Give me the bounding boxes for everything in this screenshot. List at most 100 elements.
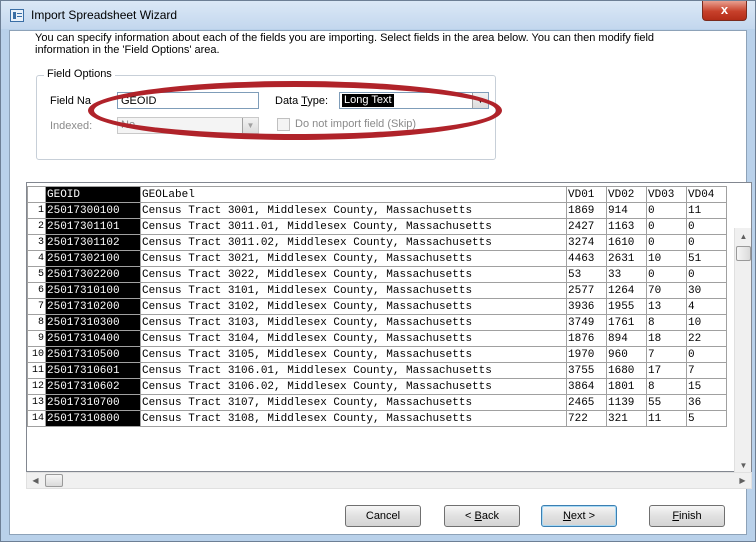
table-row[interactable]: 7 25017310200 Census Tract 3102, Middlesex… xyxy=(27,298,727,315)
field-name-label: Field Na xyxy=(50,95,91,107)
table-cell: Census Tract 3105, Middlesex County, Mas… xyxy=(140,346,567,363)
table-cell: 0 xyxy=(686,346,727,363)
geoid-cell: 25017302100 xyxy=(45,250,141,267)
row-number: 12 xyxy=(27,378,46,395)
table-cell: 3274 xyxy=(566,234,607,251)
vertical-scrollbar[interactable]: ▲ ▼ xyxy=(734,228,751,474)
table-cell: 33 xyxy=(606,266,647,283)
table-row[interactable]: 10 25017310500 Census Tract 3105, Middlese… xyxy=(27,346,727,363)
table-row[interactable]: 1 25017300100 Census Tract 3001, Middlesex… xyxy=(27,202,727,219)
table-cell: 1955 xyxy=(606,298,647,315)
vertical-scroll-thumb[interactable] xyxy=(736,246,751,261)
table-cell: 36 xyxy=(686,394,727,411)
data-preview-grid[interactable]: GEOID GEOLabel VD01 VD02 VD03 VD04 1 250173001… xyxy=(26,182,752,472)
table-cell: Census Tract 3103, Middlesex County, Mas… xyxy=(140,314,567,331)
horizontal-scroll-thumb[interactable] xyxy=(45,474,63,487)
table-cell: 51 xyxy=(686,250,727,267)
table-row[interactable]: 4 25017302100 Census Tract 3021, Middlesex… xyxy=(27,250,727,267)
table-cell: Census Tract 3011.02, Middlesex County, … xyxy=(140,234,567,251)
table-cell: 11 xyxy=(646,410,687,427)
table-cell: 0 xyxy=(646,218,687,235)
table-cell: 321 xyxy=(606,410,647,427)
window-title: Import Spreadsheet Wizard xyxy=(31,8,178,22)
table-cell: 1139 xyxy=(606,394,647,411)
row-number: 11 xyxy=(27,362,46,379)
table-cell: 0 xyxy=(686,218,727,235)
finish-button[interactable]: Finish xyxy=(649,505,725,527)
scroll-left-icon[interactable]: ◀ xyxy=(27,473,44,488)
table-cell: 1970 xyxy=(566,346,607,363)
table-cell: 1876 xyxy=(566,330,607,347)
table-row[interactable]: 13 25017310700 Census Tract 3107, Middlese… xyxy=(27,394,727,411)
horizontal-scrollbar[interactable]: ◀ ▶ xyxy=(26,472,752,489)
table-cell: 11 xyxy=(686,202,727,219)
table-cell: 1869 xyxy=(566,202,607,219)
row-number: 1 xyxy=(27,202,46,219)
table-cell: 1801 xyxy=(606,378,647,395)
table-row[interactable]: 12 25017310602 Census Tract 3106.02, Middl… xyxy=(27,378,727,395)
table-row[interactable]: 6 25017310100 Census Tract 3101, Middlesex… xyxy=(27,282,727,299)
geoid-cell: 25017310300 xyxy=(45,314,141,331)
column-header[interactable]: VD01 xyxy=(566,186,607,203)
geoid-cell: 25017310400 xyxy=(45,330,141,347)
geoid-cell: 25017310200 xyxy=(45,298,141,315)
row-number: 6 xyxy=(27,282,46,299)
table-cell: Census Tract 3107, Middlesex County, Mas… xyxy=(140,394,567,411)
table-cell: 2465 xyxy=(566,394,607,411)
table-cell: 17 xyxy=(646,362,687,379)
row-number: 14 xyxy=(27,410,46,427)
table-cell: 53 xyxy=(566,266,607,283)
table-row[interactable]: 3 25017301102 Census Tract 3011.02, Middle… xyxy=(27,234,727,251)
geoid-cell: 25017310700 xyxy=(45,394,141,411)
table-cell: 8 xyxy=(646,378,687,395)
table-cell: 70 xyxy=(646,282,687,299)
row-number: 7 xyxy=(27,298,46,315)
table-cell: 5 xyxy=(686,410,727,427)
column-header[interactable]: GEOID xyxy=(45,186,141,203)
row-number: 8 xyxy=(27,314,46,331)
table-cell: 13 xyxy=(646,298,687,315)
row-number: 13 xyxy=(27,394,46,411)
table-row[interactable]: 8 25017310300 Census Tract 3103, Middlesex… xyxy=(27,314,727,331)
table-cell: Census Tract 3106.01, Middlesex County, … xyxy=(140,362,567,379)
table-cell: 7 xyxy=(646,346,687,363)
column-header[interactable]: VD04 xyxy=(686,186,727,203)
scroll-right-icon[interactable]: ▶ xyxy=(734,473,751,488)
geoid-cell: 25017302200 xyxy=(45,266,141,283)
table-row[interactable]: 2 25017301101 Census Tract 3011.01, Middle… xyxy=(27,218,727,235)
cancel-button[interactable]: Cancel xyxy=(345,505,421,527)
table-row[interactable]: 11 25017310601 Census Tract 3106.01, Middl… xyxy=(27,362,727,379)
table-cell: 55 xyxy=(646,394,687,411)
table-cell: 2631 xyxy=(606,250,647,267)
table-cell: 0 xyxy=(646,234,687,251)
title-bar[interactable]: Import Spreadsheet Wizard x xyxy=(1,1,755,29)
table-cell: 722 xyxy=(566,410,607,427)
table-cell: 10 xyxy=(686,314,727,331)
table-cell: 22 xyxy=(686,330,727,347)
table-cell: 0 xyxy=(646,202,687,219)
scroll-up-icon[interactable]: ▲ xyxy=(735,228,752,245)
next-button[interactable]: Next > xyxy=(541,505,617,527)
table-cell: 3936 xyxy=(566,298,607,315)
table-cell: 15 xyxy=(686,378,727,395)
table-row[interactable]: 14 25017310800 Census Tract 3108, Middlese… xyxy=(27,410,727,427)
table-cell: 1610 xyxy=(606,234,647,251)
table-cell: 960 xyxy=(606,346,647,363)
table-row[interactable]: 9 25017310400 Census Tract 3104, Middlesex… xyxy=(27,330,727,347)
column-header[interactable]: VD02 xyxy=(606,186,647,203)
table-cell: 10 xyxy=(646,250,687,267)
table-cell: Census Tract 3108, Middlesex County, Mas… xyxy=(140,410,567,427)
column-header[interactable]: GEOLabel xyxy=(140,186,567,203)
table-cell: 2427 xyxy=(566,218,607,235)
table-cell: 0 xyxy=(646,266,687,283)
column-header[interactable]: VD03 xyxy=(646,186,687,203)
back-button[interactable]: < Back xyxy=(444,505,520,527)
table-row[interactable]: 5 25017302200 Census Tract 3022, Middlesex… xyxy=(27,266,727,283)
close-button[interactable]: x xyxy=(702,1,747,21)
data-table: GEOID GEOLabel VD01 VD02 VD03 VD04 1 250173001… xyxy=(27,186,727,427)
table-cell: Census Tract 3011.01, Middlesex County, … xyxy=(140,218,567,235)
table-cell: Census Tract 3021, Middlesex County, Mas… xyxy=(140,250,567,267)
table-cell: 2577 xyxy=(566,282,607,299)
table-cell: 1761 xyxy=(606,314,647,331)
table-cell: Census Tract 3106.02, Middlesex County, … xyxy=(140,378,567,395)
